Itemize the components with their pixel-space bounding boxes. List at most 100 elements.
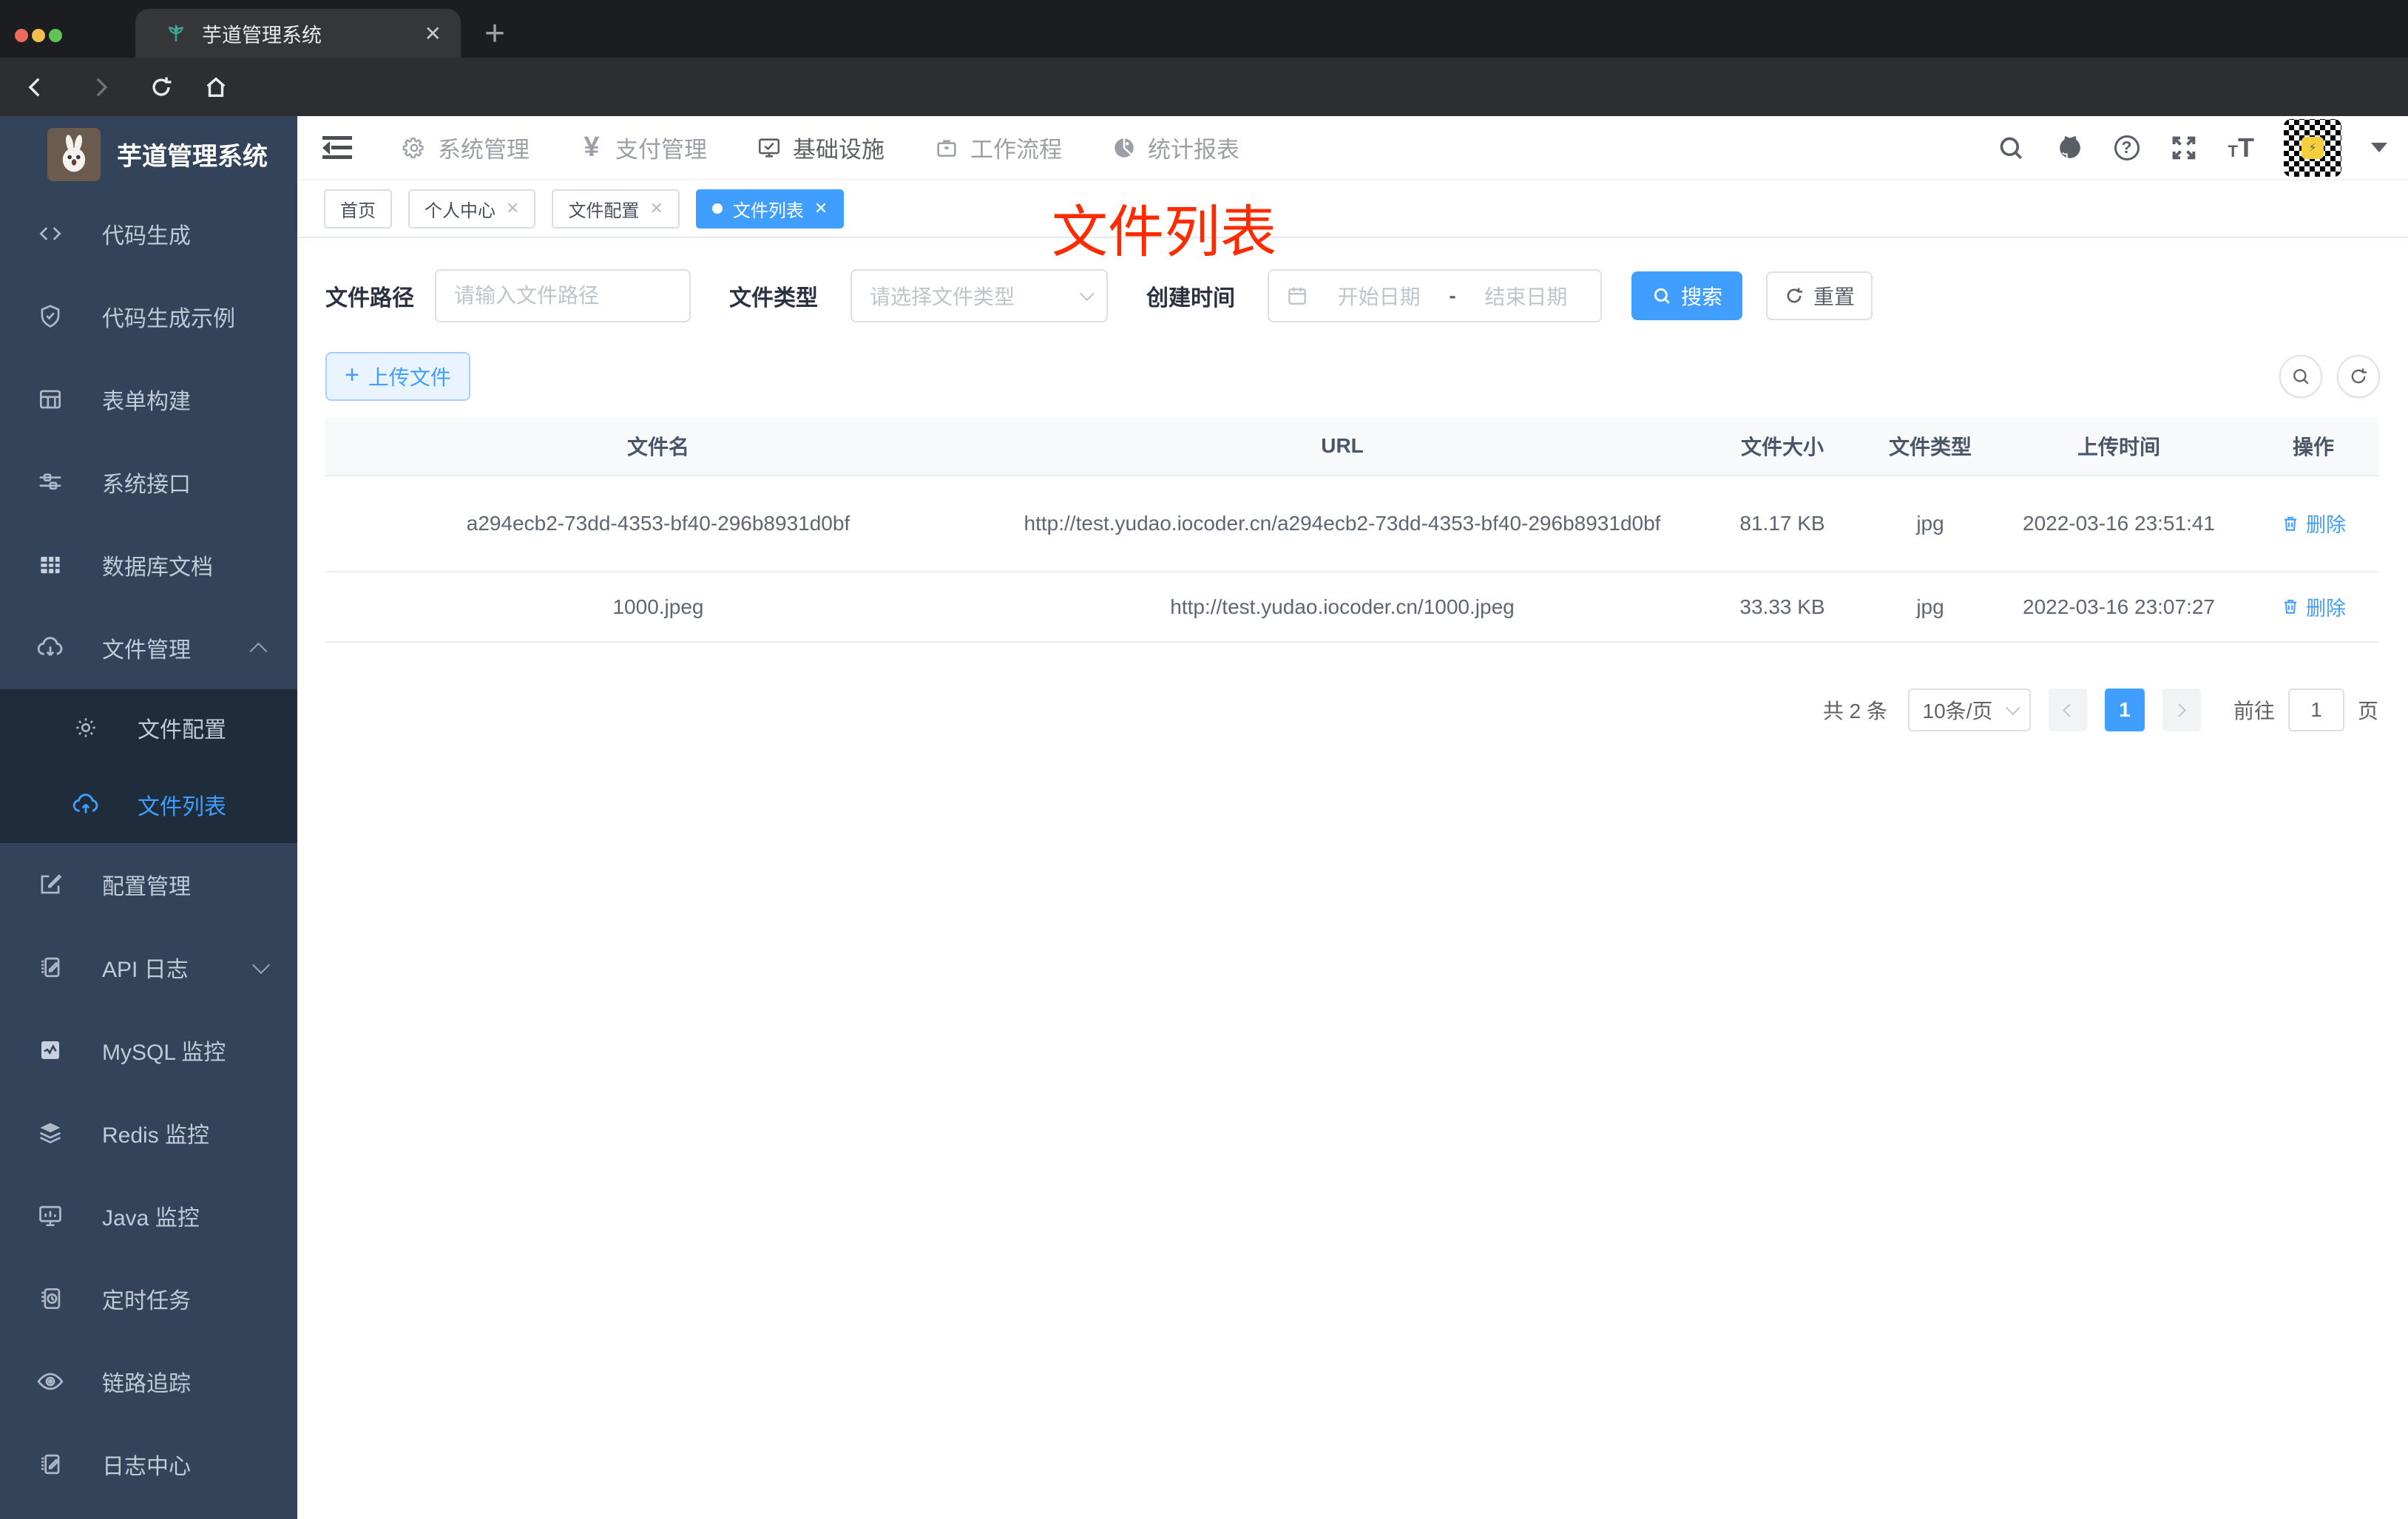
gear-icon <box>70 711 102 744</box>
nav-infrastructure[interactable]: 基础设施 <box>756 131 885 164</box>
zoom-window-button[interactable] <box>49 29 62 42</box>
tag-close-icon[interactable]: ✕ <box>814 199 828 218</box>
chevron-right-icon <box>2172 703 2187 717</box>
nav-workflow[interactable]: 工作流程 <box>933 131 1062 164</box>
monitor-icon <box>34 1200 67 1232</box>
end-date-placeholder[interactable]: 结束日期 <box>1468 281 1584 311</box>
chevron-down-icon <box>252 955 271 974</box>
briefcase-icon <box>933 135 960 161</box>
back-button[interactable] <box>13 58 58 116</box>
database-table-icon <box>34 549 67 581</box>
fullscreen-icon[interactable] <box>2169 133 2199 163</box>
log-edit-icon <box>34 951 67 984</box>
nav-system-management[interactable]: 系统管理 <box>401 131 530 164</box>
sidebar-item-code-example[interactable]: 代码生成示例 <box>0 275 297 358</box>
nav-payment-management[interactable]: ¥ 支付管理 <box>578 131 707 164</box>
toggle-search-button[interactable] <box>2279 355 2322 398</box>
col-file-size: 文件大小 <box>1740 436 1824 459</box>
table-row: 1000.jpeg http://test.yudao.iocoder.cn/1… <box>325 572 2378 643</box>
next-page-button[interactable] <box>2162 689 2201 731</box>
minimize-window-button[interactable] <box>32 29 45 42</box>
forward-button[interactable] <box>78 58 123 116</box>
main-content: 文件路径 文件类型 请选择文件类型 创建时间 开始日期 - 结束日期 搜索 重置… <box>297 238 2408 1519</box>
col-upload-time: 上传时间 <box>2077 436 2160 459</box>
delete-button[interactable]: 删除 <box>2281 509 2346 538</box>
home-button[interactable] <box>194 58 238 116</box>
refresh-table-button[interactable] <box>2337 355 2380 398</box>
tag-close-icon[interactable]: ✕ <box>649 199 663 218</box>
sidebar-collapse-icon[interactable] <box>322 132 355 164</box>
sidebar-item-code-generation[interactable]: 代码生成 <box>0 192 297 275</box>
sidebar-item-db-docs[interactable]: 数据库文档 <box>0 524 297 606</box>
prev-page-button[interactable] <box>2048 689 2087 731</box>
text-size-icon[interactable]: TT <box>2228 132 2254 163</box>
file-type-select[interactable]: 请选择文件类型 <box>850 269 1108 322</box>
sidebar: 芋道管理系统 代码生成 代码生成示例 表单构建 系统接口 数据库文档 文件管理 … <box>0 116 297 1519</box>
sidebar-item-config-management[interactable]: 配置管理 <box>0 843 297 926</box>
sidebar-item-file-list[interactable]: 文件列表 <box>0 766 297 843</box>
delete-button[interactable]: 删除 <box>2281 592 2346 621</box>
search-icon[interactable] <box>1996 133 2026 163</box>
active-tag-dot <box>711 203 723 214</box>
goto-page-input[interactable] <box>2287 689 2344 731</box>
table-row: a294ecb2-73dd-4353-bf40-296b8931d0bf htt… <box>325 476 2378 572</box>
tag-home[interactable]: 首页 <box>324 189 392 229</box>
sidebar-item-mysql-monitor[interactable]: MySQL 监控 <box>0 1009 297 1092</box>
browser-tab[interactable]: 芋道管理系统 ✕ <box>135 9 461 58</box>
tag-profile[interactable]: 个人中心 ✕ <box>408 189 536 229</box>
calendar-icon <box>1288 287 1306 305</box>
chevron-up-icon <box>249 642 268 660</box>
clock-log-icon <box>34 1282 67 1315</box>
current-page-button[interactable]: 1 <box>2104 689 2145 731</box>
trash-icon <box>2284 600 2297 614</box>
cell-url: http://test.yudao.iocoder.cn/a294ecb2-73… <box>1024 512 1661 535</box>
edit-square-icon <box>34 868 67 901</box>
sidebar-item-api-log[interactable]: API 日志 <box>0 926 297 1009</box>
sidebar-item-file-management[interactable]: 文件管理 <box>0 606 297 689</box>
select-caret-icon <box>2006 700 2021 716</box>
sidebar-item-redis-monitor[interactable]: Redis 监控 <box>0 1092 297 1174</box>
goto-label: 前往 <box>2233 700 2275 723</box>
red-annotation-text: 文件列表 <box>1052 201 1276 264</box>
browser-tab-strip: 芋道管理系统 ✕ + <box>0 0 2408 58</box>
new-tab-button[interactable]: + <box>484 13 505 54</box>
sliders-icon <box>34 466 67 498</box>
sidebar-item-file-config[interactable]: 文件配置 <box>0 689 297 766</box>
page-size-select[interactable]: 10条/页 <box>1907 689 2031 731</box>
total-count: 共 2 条 <box>1822 700 1887 723</box>
create-time-label: 创建时间 <box>1146 286 1235 311</box>
file-path-input[interactable] <box>436 271 689 321</box>
tag-file-list[interactable]: 文件列表 ✕ <box>695 189 845 229</box>
help-icon[interactable]: ? <box>2114 135 2140 160</box>
search-button[interactable]: 搜索 <box>1631 271 1742 320</box>
sidebar-item-java-monitor[interactable]: Java 监控 <box>0 1174 297 1257</box>
refresh-icon <box>2351 368 2367 384</box>
sidebar-item-scheduled-tasks[interactable]: 定时任务 <box>0 1257 297 1340</box>
cell-file-size: 81.17 KB <box>1739 512 1825 535</box>
trash-icon <box>2284 516 2297 531</box>
nav-statistics[interactable]: 统计报表 <box>1111 131 1239 164</box>
sidebar-item-tracing[interactable]: 链路追踪 <box>0 1340 297 1423</box>
user-avatar-qr[interactable]: ⚡ <box>2284 118 2341 177</box>
col-url: URL <box>1321 434 1364 457</box>
app-logo[interactable]: 芋道管理系统 <box>0 116 297 192</box>
yen-icon: ¥ <box>584 132 600 163</box>
close-window-button[interactable] <box>15 29 28 42</box>
github-icon[interactable] <box>2055 133 2085 163</box>
log-center-icon <box>34 1448 67 1481</box>
reload-button[interactable] <box>139 58 183 116</box>
sidebar-item-log-center[interactable]: 日志中心 <box>0 1423 297 1506</box>
reset-button[interactable]: 重置 <box>1766 271 1873 320</box>
start-date-placeholder[interactable]: 开始日期 <box>1321 281 1437 311</box>
tag-file-config[interactable]: 文件配置 ✕ <box>552 189 680 229</box>
filter-form: 文件路径 文件类型 请选择文件类型 创建时间 开始日期 - 结束日期 搜索 重置 <box>325 269 2408 322</box>
tag-close-icon[interactable]: ✕ <box>506 199 519 218</box>
tab-close-icon[interactable]: ✕ <box>425 21 442 46</box>
sidebar-item-system-api[interactable]: 系统接口 <box>0 441 297 524</box>
sidebar-item-form-builder[interactable]: 表单构建 <box>0 358 297 441</box>
date-range-picker[interactable]: 开始日期 - 结束日期 <box>1268 269 1602 322</box>
shield-check-icon <box>34 300 67 333</box>
app-title: 芋道管理系统 <box>117 143 268 171</box>
avatar-dropdown-caret-icon[interactable] <box>2371 143 2387 152</box>
upload-file-button[interactable]: + 上传文件 <box>325 352 470 401</box>
